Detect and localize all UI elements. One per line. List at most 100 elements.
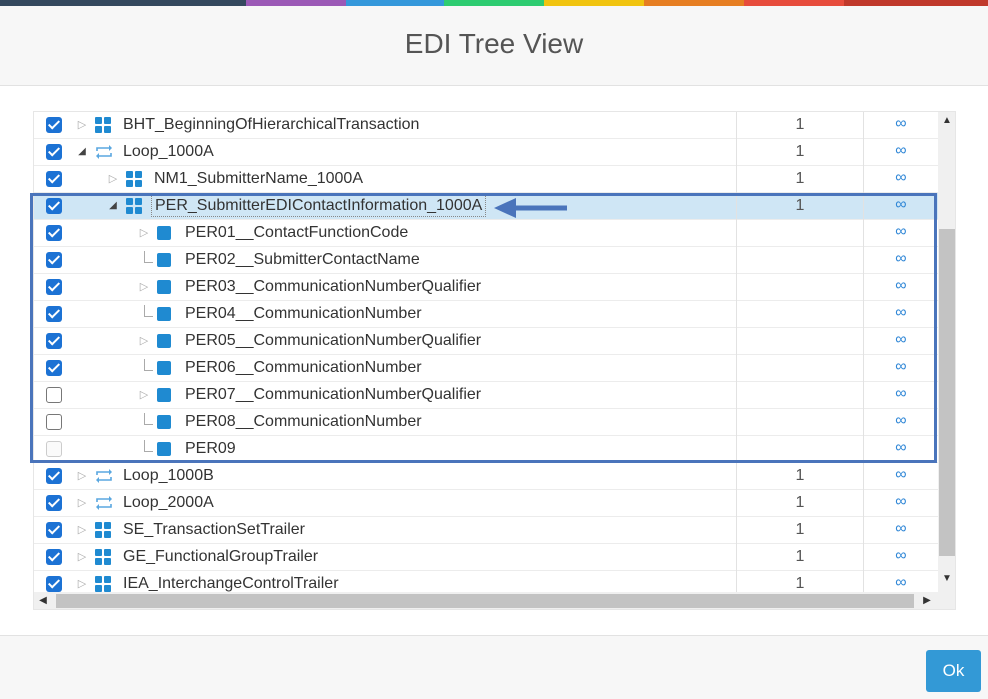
link-icon[interactable]: ∞ xyxy=(864,331,938,349)
link-icon[interactable]: ∞ xyxy=(864,520,938,538)
expand-arrow-icon[interactable]: ▷ xyxy=(107,171,119,187)
element-icon xyxy=(157,361,171,375)
horizontal-scroll-thumb[interactable] xyxy=(56,594,914,608)
node-name[interactable]: NM1_SubmitterName_1000A xyxy=(154,170,363,188)
node-name[interactable]: Loop_1000B xyxy=(123,467,214,485)
node-name[interactable]: PER01__ContactFunctionCode xyxy=(185,224,408,242)
row-checkbox[interactable] xyxy=(46,252,62,268)
tree-row[interactable]: ▷ PER01__ContactFunctionCode ∞ xyxy=(34,220,938,247)
link-icon[interactable]: ∞ xyxy=(864,196,938,214)
row-checkbox[interactable] xyxy=(46,495,62,511)
tree-row[interactable]: ▷ PER05__CommunicationNumberQualifier ∞ xyxy=(34,328,938,355)
node-name[interactable]: PER05__CommunicationNumberQualifier xyxy=(185,332,481,350)
link-icon[interactable]: ∞ xyxy=(864,304,938,322)
collapse-arrow-icon[interactable]: ◢ xyxy=(76,144,88,160)
tree-row[interactable]: ▷ PER03__CommunicationNumberQualifier ∞ xyxy=(34,274,938,301)
occurrence-count: 1 xyxy=(795,521,805,538)
node-name[interactable]: Loop_2000A xyxy=(123,494,214,512)
row-checkbox[interactable] xyxy=(46,333,62,349)
tree-row[interactable]: ▷ Loop_1000B 1 ∞ xyxy=(34,463,938,490)
node-name[interactable]: Loop_1000A xyxy=(123,143,214,161)
tree-row[interactable]: PER08__CommunicationNumber ∞ xyxy=(34,409,938,436)
link-icon[interactable]: ∞ xyxy=(864,223,938,241)
expand-arrow-icon[interactable]: ▷ xyxy=(76,522,88,538)
scroll-down-icon[interactable]: ▼ xyxy=(938,570,955,588)
link-icon[interactable]: ∞ xyxy=(864,142,938,160)
horizontal-scrollbar[interactable]: ◀ ▶ xyxy=(34,592,955,609)
tree-row[interactable]: ▷ PER07__CommunicationNumberQualifier ∞ xyxy=(34,382,938,409)
row-checkbox[interactable] xyxy=(46,117,62,133)
row-checkbox[interactable] xyxy=(46,360,62,376)
tree-row[interactable]: ▷ GE_FunctionalGroupTrailer 1 ∞ xyxy=(34,544,938,571)
vertical-scroll-thumb[interactable] xyxy=(939,229,955,556)
link-icon[interactable]: ∞ xyxy=(864,439,938,457)
row-checkbox[interactable] xyxy=(46,198,62,214)
scroll-right-icon[interactable]: ▶ xyxy=(918,592,936,609)
tree-row[interactable]: PER02__SubmitterContactName ∞ xyxy=(34,247,938,274)
link-icon[interactable]: ∞ xyxy=(864,547,938,565)
expand-arrow-icon[interactable]: ▷ xyxy=(138,387,150,403)
tree-row[interactable]: ◢ Loop_1000A 1 ∞ xyxy=(34,139,938,166)
expand-arrow-icon[interactable]: ▷ xyxy=(138,333,150,349)
row-checkbox[interactable] xyxy=(46,225,62,241)
row-checkbox[interactable] xyxy=(46,549,62,565)
tree-row[interactable]: PER06__CommunicationNumber ∞ xyxy=(34,355,938,382)
node-name[interactable]: SE_TransactionSetTrailer xyxy=(123,521,305,539)
link-icon[interactable]: ∞ xyxy=(864,277,938,295)
link-icon[interactable]: ∞ xyxy=(864,358,938,376)
expand-arrow-icon[interactable]: ▷ xyxy=(138,225,150,241)
link-icon[interactable]: ∞ xyxy=(864,250,938,268)
row-checkbox[interactable] xyxy=(46,144,62,160)
tree-row[interactable]: ◢ PER_SubmitterEDIContactInformation_1000… xyxy=(34,193,938,220)
link-icon[interactable]: ∞ xyxy=(864,412,938,430)
row-checkbox[interactable] xyxy=(46,414,62,430)
node-name[interactable]: GE_FunctionalGroupTrailer xyxy=(123,548,318,566)
element-icon xyxy=(157,226,171,240)
row-checkbox[interactable] xyxy=(46,576,62,592)
scroll-up-icon[interactable]: ▲ xyxy=(938,112,955,130)
expand-arrow-icon[interactable]: ▷ xyxy=(138,279,150,295)
link-icon[interactable]: ∞ xyxy=(864,385,938,403)
expand-arrow-icon[interactable]: ▷ xyxy=(76,576,88,592)
link-icon[interactable]: ∞ xyxy=(864,115,938,133)
row-checkbox[interactable] xyxy=(46,279,62,295)
node-name[interactable]: PER07__CommunicationNumberQualifier xyxy=(185,386,481,404)
element-icon xyxy=(157,334,171,348)
row-checkbox[interactable] xyxy=(46,522,62,538)
expand-arrow-icon[interactable]: ▷ xyxy=(76,495,88,511)
node-name[interactable]: PER08__CommunicationNumber xyxy=(185,413,422,431)
expand-arrow-icon[interactable]: ▷ xyxy=(76,549,88,565)
vertical-scrollbar[interactable]: ▲ ▼ xyxy=(938,112,955,592)
tree-row[interactable]: ▷ NM1_SubmitterName_1000A 1 ∞ xyxy=(34,166,938,193)
tree-row[interactable]: PER04__CommunicationNumber ∞ xyxy=(34,301,938,328)
node-name[interactable]: PER09 xyxy=(185,440,236,458)
scroll-left-icon[interactable]: ◀ xyxy=(34,592,52,609)
tree-row[interactable]: ▷ BHT_BeginningOfHierarchicalTransaction 1… xyxy=(34,112,938,139)
expand-arrow-icon[interactable]: ▷ xyxy=(76,468,88,484)
node-name[interactable]: BHT_BeginningOfHierarchicalTransaction xyxy=(123,116,419,134)
link-icon[interactable]: ∞ xyxy=(864,493,938,511)
row-checkbox[interactable] xyxy=(46,171,62,187)
link-icon[interactable]: ∞ xyxy=(864,466,938,484)
row-checkbox[interactable] xyxy=(46,468,62,484)
ok-button[interactable]: Ok xyxy=(926,650,981,692)
row-checkbox[interactable] xyxy=(46,387,62,403)
node-name[interactable]: PER03__CommunicationNumberQualifier xyxy=(185,278,481,296)
node-name[interactable]: IEA_InterchangeControlTrailer xyxy=(123,575,339,592)
expand-arrow-icon[interactable]: ▷ xyxy=(76,117,88,133)
link-icon[interactable]: ∞ xyxy=(864,574,938,592)
column-divider xyxy=(736,382,737,409)
tree-row[interactable]: ▷ Loop_2000A 1 ∞ xyxy=(34,490,938,517)
collapse-arrow-icon[interactable]: ◢ xyxy=(107,198,119,214)
link-icon[interactable]: ∞ xyxy=(864,169,938,187)
column-divider xyxy=(736,355,737,382)
node-name[interactable]: PER02__SubmitterContactName xyxy=(185,251,420,269)
row-checkbox[interactable] xyxy=(46,306,62,322)
segment-icon xyxy=(95,117,111,133)
node-name[interactable]: PER_SubmitterEDIContactInformation_1000A xyxy=(151,195,487,217)
node-name[interactable]: PER04__CommunicationNumber xyxy=(185,305,422,323)
tree-row[interactable]: ▷ SE_TransactionSetTrailer 1 ∞ xyxy=(34,517,938,544)
tree-row[interactable]: PER09 ∞ xyxy=(34,436,938,463)
node-name[interactable]: PER06__CommunicationNumber xyxy=(185,359,422,377)
tree-row[interactable]: ▷ IEA_InterchangeControlTrailer 1 ∞ xyxy=(34,571,938,592)
